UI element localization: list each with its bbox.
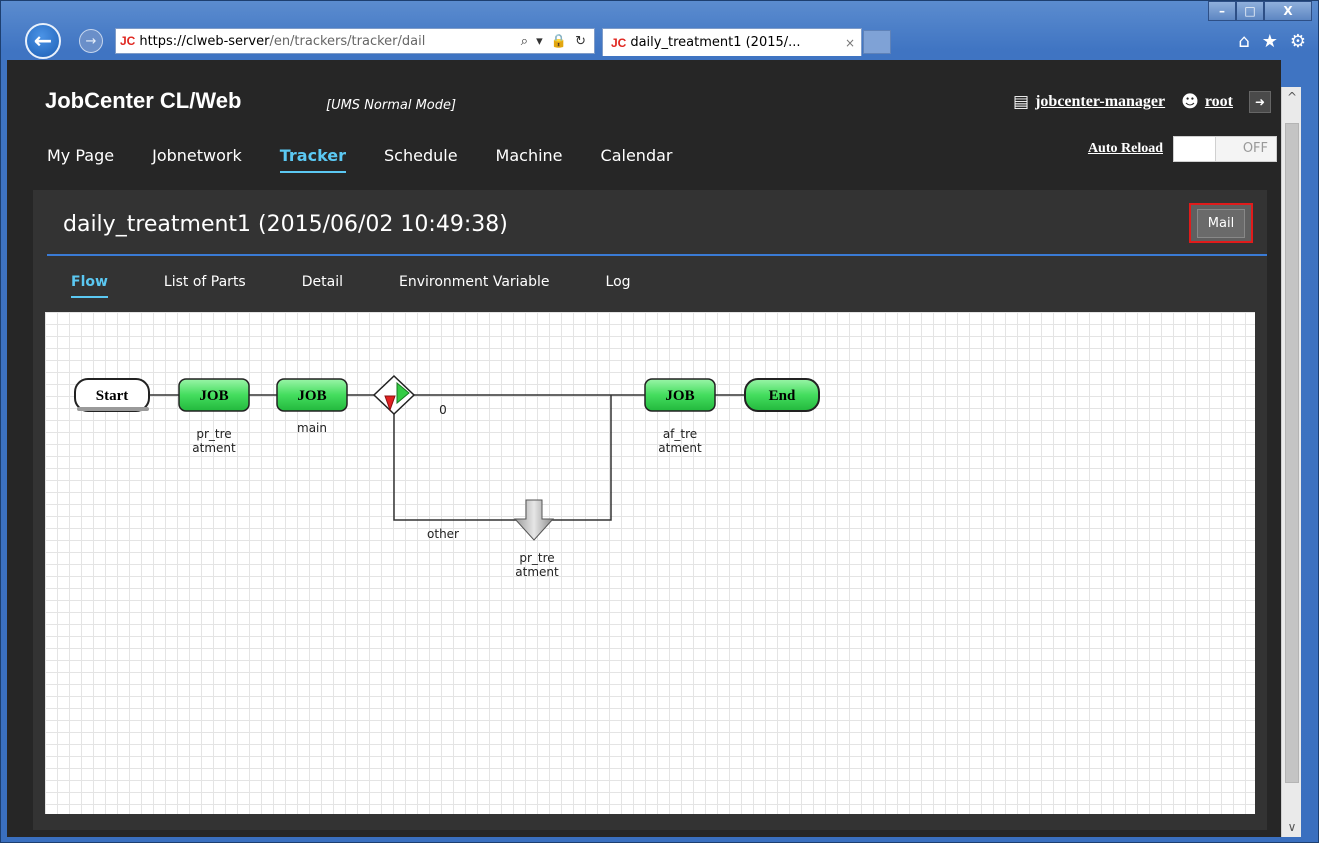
job-name-line: pr_tre	[196, 427, 231, 441]
flow-canvas[interactable]: Start JOB pr_tre atment JOB main 0 other…	[45, 312, 1255, 814]
arrow-right-icon: →	[85, 33, 97, 49]
url-host: https://clweb-server	[139, 33, 270, 49]
job-name-line: af_tre	[663, 427, 697, 441]
job-node-label: JOB	[297, 388, 326, 404]
browser-tab[interactable]: JC daily_treatment1 (2015/... ×	[602, 28, 862, 56]
auto-reload-toggle[interactable]: OFF	[1173, 136, 1277, 162]
tab-log[interactable]: Log	[606, 274, 631, 298]
job-node-main[interactable]: JOB main	[276, 378, 348, 435]
close-window-button[interactable]: X	[1264, 1, 1312, 21]
job-node-label: JOB	[665, 388, 694, 404]
forward-button[interactable]: →	[79, 29, 103, 53]
tracker-panel: daily_treatment1 (2015/06/02 10:49:38) M…	[33, 190, 1267, 830]
close-tab-icon[interactable]: ×	[845, 36, 855, 50]
tracker-tabs: Flow List of Parts Detail Environment Va…	[71, 274, 687, 298]
scroll-up-icon[interactable]: ^	[1282, 87, 1302, 107]
app-title: JobCenter CL/Web	[45, 88, 242, 113]
gear-icon[interactable]: ⚙	[1290, 31, 1306, 52]
maximize-button[interactable]: □	[1236, 1, 1264, 21]
mail-button[interactable]: Mail	[1189, 203, 1253, 243]
menu-item-tracker[interactable]: Tracker	[279, 146, 347, 173]
arrow-left-icon: ←	[33, 28, 53, 54]
address-tools[interactable]: ⌕ ▾ 🔒 ↻	[521, 34, 594, 49]
menu-item-schedule[interactable]: Schedule	[384, 146, 458, 173]
flow-diagram: Start JOB pr_tre atment JOB main 0 other…	[74, 374, 820, 579]
logout-icon: ➜	[1254, 95, 1266, 109]
mail-button-label: Mail	[1196, 208, 1246, 238]
start-label: Start	[96, 388, 129, 404]
job-name-line: atment	[192, 441, 236, 455]
logout-button[interactable]: ➜	[1249, 91, 1271, 113]
toggle-knob	[1174, 137, 1216, 161]
browser-toolbar: ⌂ ★ ⚙	[1238, 31, 1306, 52]
job-name-line: main	[297, 421, 327, 435]
scroll-down-icon[interactable]: ∨	[1282, 817, 1302, 837]
jobcenter-app: JobCenter CL/Web [UMS Normal Mode] ▤ job…	[7, 60, 1281, 837]
scrollbar-thumb[interactable]	[1285, 123, 1299, 783]
tab-title: daily_treatment1 (2015/...	[630, 35, 801, 50]
menu-item-jobnetwork[interactable]: Jobnetwork	[152, 146, 242, 173]
flow-connectors	[149, 394, 745, 521]
tab-flow[interactable]: Flow	[71, 274, 108, 298]
title-divider	[47, 254, 1267, 256]
connector-other-loop	[393, 395, 612, 521]
auto-reload: Auto Reload OFF	[1088, 136, 1277, 162]
header-user-area: ▤ jobcenter-manager ☻ root ➜	[1013, 91, 1271, 113]
toggle-state: OFF	[1242, 141, 1268, 156]
site-favicon-icon: JC	[120, 34, 136, 48]
tab-environment-variable[interactable]: Environment Variable	[399, 274, 550, 298]
job-name-line: atment	[658, 441, 702, 455]
job-node-pr-treatment[interactable]: JOB pr_tre atment	[178, 378, 250, 455]
user-icon: ☻	[1181, 92, 1199, 112]
minimize-button[interactable]: –	[1208, 1, 1236, 21]
job-node-label: JOB	[199, 388, 228, 404]
auto-reload-label[interactable]: Auto Reload	[1088, 141, 1163, 157]
server-link[interactable]: jobcenter-manager	[1035, 93, 1165, 111]
arrow-name-line: atment	[515, 565, 559, 579]
address-bar[interactable]: JC https://clweb-server /en/trackers/tra…	[115, 28, 595, 54]
page-title: daily_treatment1 (2015/06/02 10:49:38)	[63, 212, 508, 237]
job-node-af-treatment[interactable]: JOB af_tre atment	[644, 378, 716, 455]
branch-node[interactable]: 0 other	[372, 374, 459, 541]
tab-favicon-icon: JC	[611, 35, 627, 50]
end-label: End	[769, 388, 796, 404]
main-menu: My Page Jobnetwork Tracker Schedule Mach…	[47, 146, 710, 173]
page-scrollbar[interactable]: ^ ∨	[1281, 87, 1301, 837]
browser-window: – □ X ← → JC https://clweb-server /en/tr…	[0, 0, 1319, 843]
back-button[interactable]: ←	[25, 23, 61, 59]
arrow-name-line: pr_tre	[519, 551, 554, 565]
home-icon[interactable]: ⌂	[1238, 31, 1249, 52]
arrow-node-pr-treatment[interactable]: pr_tre atment	[513, 499, 559, 579]
star-icon[interactable]: ★	[1262, 31, 1278, 52]
end-node[interactable]: End	[744, 378, 820, 412]
branch-label-other: other	[427, 527, 459, 541]
tab-detail[interactable]: Detail	[302, 274, 343, 298]
branch-label-zero: 0	[439, 403, 447, 417]
tab-list-of-parts[interactable]: List of Parts	[164, 274, 246, 298]
server-icon: ▤	[1013, 92, 1030, 112]
url-path: /en/trackers/tracker/dail	[269, 33, 426, 49]
new-tab-button[interactable]	[863, 30, 891, 54]
menu-item-calendar[interactable]: Calendar	[601, 146, 673, 173]
window-controls: – □ X	[1208, 1, 1312, 23]
menu-item-my-page[interactable]: My Page	[47, 146, 114, 173]
user-link[interactable]: root	[1205, 93, 1233, 111]
menu-item-machine[interactable]: Machine	[496, 146, 563, 173]
mode-label: [UMS Normal Mode]	[326, 98, 457, 113]
start-node[interactable]: Start	[74, 378, 150, 412]
